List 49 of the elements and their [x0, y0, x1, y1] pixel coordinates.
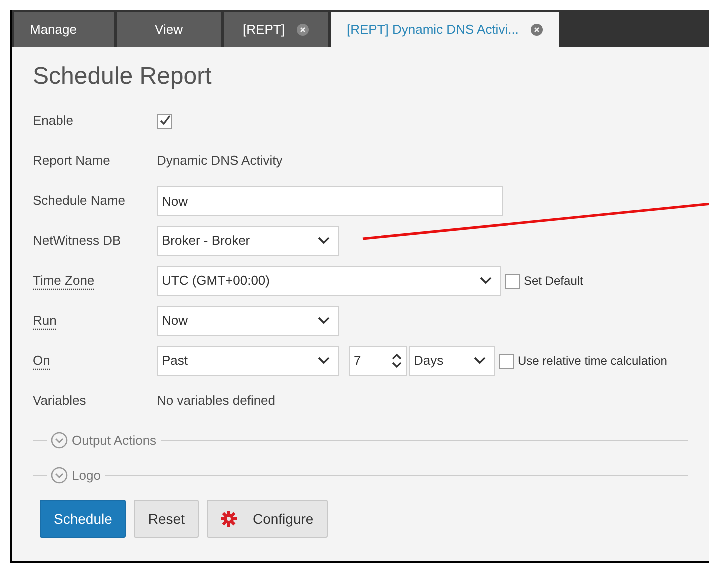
field-label: Variables [33, 392, 88, 410]
field-value: Dynamic DNS Activity [157, 152, 283, 170]
dropdown[interactable]: UTC (GMT+00:00) [157, 266, 501, 296]
action-button[interactable]: Schedule [40, 500, 126, 538]
spinner-value: 7 [354, 352, 362, 370]
field-label: Time Zone [33, 272, 96, 290]
action-button[interactable]: Reset [134, 500, 199, 538]
field-label: On [33, 352, 52, 370]
dropdown[interactable]: Broker - Broker [157, 226, 339, 256]
tab[interactable]: [REPT] [224, 12, 328, 47]
number-spinner[interactable]: 7 [349, 346, 407, 376]
spinner-arrows-icon [392, 353, 402, 369]
chevron-down-icon [318, 317, 330, 325]
dropdown-value: Broker - Broker [162, 232, 250, 250]
section-toggle[interactable]: Output Actions [47, 430, 161, 450]
tab[interactable]: Manage [14, 12, 114, 47]
field-label: Run [33, 312, 58, 330]
tab[interactable]: View [117, 12, 221, 47]
chevron-down-icon [474, 357, 486, 365]
dropdown-value: Now [162, 312, 188, 330]
gear-icon [220, 511, 237, 527]
close-icon[interactable] [296, 24, 309, 36]
input-field[interactable]: Now [157, 186, 503, 216]
dropdown-value: UTC (GMT+00:00) [162, 272, 270, 290]
tab[interactable]: [REPT] Dynamic DNS Activi... [331, 12, 559, 47]
dropdown[interactable]: Days [409, 346, 495, 376]
close-icon[interactable] [530, 24, 543, 36]
field-label: Report Name [33, 152, 112, 170]
checkbox[interactable] [499, 354, 514, 368]
dropdown[interactable]: Past [157, 346, 339, 376]
chevron-circle-icon [51, 432, 68, 449]
configure-button[interactable]: Configure [206, 500, 328, 538]
field-label: Schedule Name [33, 192, 126, 210]
field-value: No variables defined [157, 392, 276, 410]
checkbox[interactable] [505, 274, 520, 288]
checkbox-label: Use relative time calculation [518, 353, 668, 370]
chevron-down-icon [480, 277, 492, 285]
checkbox-label: Set Default [524, 273, 584, 290]
dropdown-value: Days [414, 352, 444, 370]
field-label: NetWitness DB [33, 232, 122, 250]
page-title: Schedule Report [33, 62, 213, 92]
checkbox[interactable] [157, 114, 172, 128]
chevron-circle-icon [51, 467, 68, 484]
chevron-down-icon [318, 357, 330, 365]
chevron-down-icon [318, 237, 330, 245]
dropdown-value: Past [162, 352, 188, 370]
dropdown[interactable]: Now [157, 306, 339, 336]
field-label: Enable [33, 112, 74, 130]
section-toggle[interactable]: Logo [47, 466, 105, 486]
